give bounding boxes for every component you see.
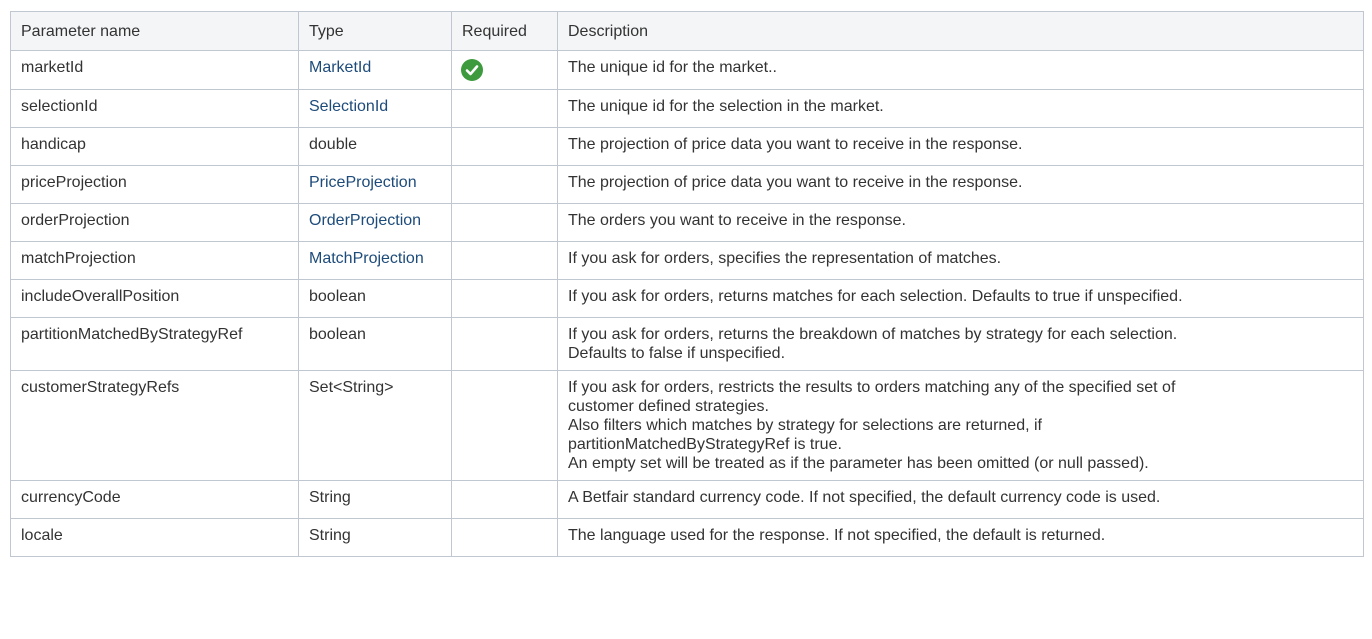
required-cell bbox=[451, 317, 558, 371]
description-cell: If you ask for orders, returns the break… bbox=[557, 317, 1364, 371]
header-type[interactable]: Type bbox=[298, 11, 452, 51]
type-cell: MatchProjection bbox=[298, 241, 452, 280]
table-row: partitionMatchedByStrategyRef boolean If… bbox=[10, 317, 1364, 371]
required-cell bbox=[451, 518, 558, 557]
parameters-table: Parameter name Type Required Description… bbox=[10, 11, 1364, 557]
table-row: currencyCode String A Betfair standard c… bbox=[10, 480, 1364, 519]
table-row: priceProjection PriceProjection The proj… bbox=[10, 165, 1364, 204]
required-cell bbox=[451, 279, 558, 318]
type-link[interactable]: PriceProjection bbox=[309, 174, 417, 191]
description-cell: If you ask for orders, returns matches f… bbox=[557, 279, 1364, 318]
description-cell: The orders you want to receive in the re… bbox=[557, 203, 1364, 242]
type-link[interactable]: MarketId bbox=[309, 59, 371, 76]
type-cell: double bbox=[298, 127, 452, 166]
type-cell: PriceProjection bbox=[298, 165, 452, 204]
parameter-name-cell: priceProjection bbox=[10, 165, 299, 204]
parameter-name-cell: includeOverallPosition bbox=[10, 279, 299, 318]
header-description[interactable]: Description bbox=[557, 11, 1364, 51]
check-icon bbox=[460, 58, 484, 82]
required-cell bbox=[451, 165, 558, 204]
table-body: marketId MarketId The unique id for the … bbox=[10, 50, 1364, 557]
parameter-name-cell: matchProjection bbox=[10, 241, 299, 280]
header-parameter-name[interactable]: Parameter name bbox=[10, 11, 299, 51]
description-cell: The unique id for the market.. bbox=[557, 50, 1364, 90]
type-cell: boolean bbox=[298, 279, 452, 318]
required-cell bbox=[451, 480, 558, 519]
table-header: Parameter name Type Required Description bbox=[10, 11, 1364, 51]
description-cell: If you ask for orders, restricts the res… bbox=[557, 370, 1364, 481]
table-row: includeOverallPosition boolean If you as… bbox=[10, 279, 1364, 318]
table-row: marketId MarketId The unique id for the … bbox=[10, 50, 1364, 90]
required-cell bbox=[451, 50, 558, 90]
description-cell: The projection of price data you want to… bbox=[557, 165, 1364, 204]
table-row: matchProjection MatchProjection If you a… bbox=[10, 241, 1364, 280]
description-cell: A Betfair standard currency code. If not… bbox=[557, 480, 1364, 519]
type-link[interactable]: OrderProjection bbox=[309, 212, 421, 229]
table-row: customerStrategyRefs Set<String> If you … bbox=[10, 370, 1364, 481]
parameter-name-cell: currencyCode bbox=[10, 480, 299, 519]
parameter-name-cell: orderProjection bbox=[10, 203, 299, 242]
description-cell: The unique id for the selection in the m… bbox=[557, 89, 1364, 128]
table-row: orderProjection OrderProjection The orde… bbox=[10, 203, 1364, 242]
header-row: Parameter name Type Required Description bbox=[10, 11, 1364, 51]
description-cell: The projection of price data you want to… bbox=[557, 127, 1364, 166]
table-row: handicap double The projection of price … bbox=[10, 127, 1364, 166]
required-cell bbox=[451, 89, 558, 128]
type-cell: SelectionId bbox=[298, 89, 452, 128]
parameter-name-cell: locale bbox=[10, 518, 299, 557]
parameter-name-cell: handicap bbox=[10, 127, 299, 166]
parameter-name-cell: partitionMatchedByStrategyRef bbox=[10, 317, 299, 371]
description-cell: If you ask for orders, specifies the rep… bbox=[557, 241, 1364, 280]
type-cell: String bbox=[298, 480, 452, 519]
required-cell bbox=[451, 241, 558, 280]
type-link[interactable]: MatchProjection bbox=[309, 250, 424, 267]
type-cell: MarketId bbox=[298, 50, 452, 90]
type-cell: Set<String> bbox=[298, 370, 452, 481]
type-cell: boolean bbox=[298, 317, 452, 371]
required-cell bbox=[451, 370, 558, 481]
table-row: locale String The language used for the … bbox=[10, 518, 1364, 557]
parameter-name-cell: customerStrategyRefs bbox=[10, 370, 299, 481]
header-required[interactable]: Required bbox=[451, 11, 558, 51]
table-row: selectionId SelectionId The unique id fo… bbox=[10, 89, 1364, 128]
parameter-name-cell: selectionId bbox=[10, 89, 299, 128]
description-cell: The language used for the response. If n… bbox=[557, 518, 1364, 557]
required-cell bbox=[451, 127, 558, 166]
type-cell: String bbox=[298, 518, 452, 557]
required-cell bbox=[451, 203, 558, 242]
parameters-table-wrapper: Parameter name Type Required Description… bbox=[10, 11, 1364, 557]
type-cell: OrderProjection bbox=[298, 203, 452, 242]
parameter-name-cell: marketId bbox=[10, 50, 299, 90]
type-link[interactable]: SelectionId bbox=[309, 98, 388, 115]
